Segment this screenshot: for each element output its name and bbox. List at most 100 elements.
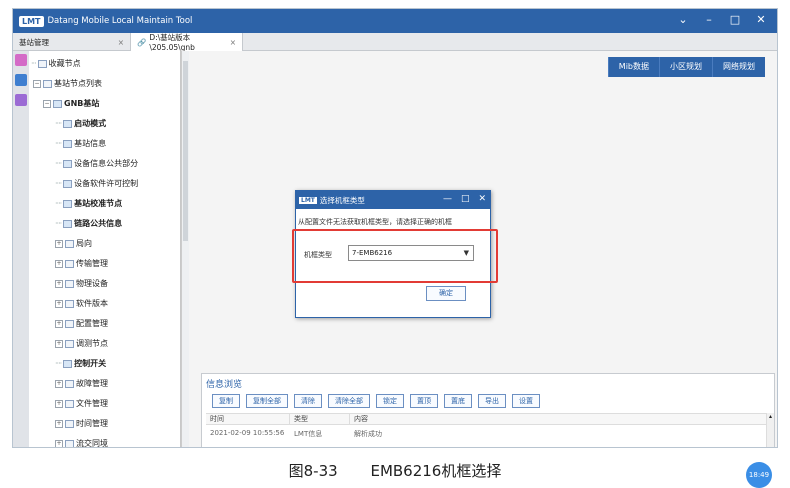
expand-toggle-icon[interactable]: + xyxy=(55,260,63,268)
tools-icon[interactable] xyxy=(15,94,27,106)
folder-icon xyxy=(65,420,74,428)
collapse-icon[interactable]: ⌄ xyxy=(677,13,689,26)
cell-type: LMT信息 xyxy=(294,430,323,438)
dialog-title: 选择机框类型 xyxy=(319,195,365,205)
tree-node[interactable]: + 流交同境 xyxy=(55,437,108,447)
dialog-close-icon[interactable]: ✕ xyxy=(478,194,486,204)
settings-button[interactable]: 设置 xyxy=(512,394,540,408)
screen: LMT Datang Mobile Local Maintain Tool ⌄ … xyxy=(0,0,790,488)
folder-icon xyxy=(37,60,47,68)
tree-node[interactable]: − GNB基站 xyxy=(43,97,99,111)
tree-node[interactable]: ···· 基站信息 xyxy=(55,137,106,151)
navigation-tree: ··· 收藏节点 − 基站节点列表 − GNB基站 ···· 启动模式 ···· 基站信息… xyxy=(29,51,181,447)
expand-toggle-icon[interactable]: + xyxy=(55,240,63,248)
tree-node[interactable]: + 文件管理 xyxy=(55,397,108,411)
tree-node[interactable]: ···· 链路公共信息 xyxy=(55,217,122,231)
clear-all-button[interactable]: 清除全部 xyxy=(328,394,370,408)
table-row[interactable]: 2021-02-09 10:55:56 LMT信息 解析成功 xyxy=(206,429,770,439)
column-header-time[interactable]: 时间 xyxy=(206,414,290,424)
folder-icon xyxy=(65,320,74,328)
title-bar: LMT Datang Mobile Local Maintain Tool ⌄ … xyxy=(13,9,777,33)
tree-node[interactable]: + 传输管理 xyxy=(55,257,108,271)
pin-top-button[interactable]: 置顶 xyxy=(410,394,438,408)
mib-data-button[interactable]: Mib数据 xyxy=(607,57,659,77)
tree-node[interactable]: + 物理设备 xyxy=(55,277,108,291)
table-header: 时间 类型 内容 xyxy=(206,413,770,425)
minimize-icon[interactable]: – xyxy=(703,13,715,26)
side-dock xyxy=(13,51,29,447)
tab-bar: 基站管理 × 🔗 D:\基站版本\205.05\gnb_ × xyxy=(13,33,777,52)
collapse-toggle-icon[interactable]: − xyxy=(33,80,41,88)
node-icon xyxy=(63,120,73,128)
node-icon xyxy=(63,200,73,208)
tree-node[interactable]: + 局向 xyxy=(55,237,92,251)
folder-icon xyxy=(65,280,74,288)
dialog-maximize-icon[interactable]: □ xyxy=(461,194,470,204)
favorites-icon[interactable] xyxy=(15,54,27,66)
tree-scrollbar[interactable] xyxy=(181,51,189,447)
tree-node[interactable]: ···· 设备信息公共部分 xyxy=(55,157,138,171)
tree-node[interactable]: ···· 设备软件许可控制 xyxy=(55,177,138,191)
info-scrollbar[interactable]: ▴ xyxy=(766,413,774,447)
link-icon: 🔗 xyxy=(137,37,147,47)
network-planning-button[interactable]: 网络规划 xyxy=(712,57,765,77)
folder-icon xyxy=(65,240,74,248)
lock-button[interactable]: 锁定 xyxy=(376,394,404,408)
folder-icon xyxy=(65,380,74,388)
tree-node[interactable]: ··· 收藏节点 xyxy=(31,57,81,71)
tree-node[interactable]: + 调测节点 xyxy=(55,337,108,351)
expand-toggle-icon[interactable]: + xyxy=(55,400,63,408)
maximize-icon[interactable]: □ xyxy=(729,13,741,26)
expand-toggle-icon[interactable]: + xyxy=(55,420,63,428)
collapse-toggle-icon[interactable]: − xyxy=(43,100,51,108)
close-icon[interactable]: ✕ xyxy=(755,13,767,26)
export-button[interactable]: 导出 xyxy=(478,394,506,408)
tab-close-icon[interactable]: × xyxy=(230,38,236,47)
dialog-title-bar: LMT 选择机框类型 — □ ✕ xyxy=(296,191,490,209)
node-icon xyxy=(53,100,62,108)
expand-toggle-icon[interactable]: + xyxy=(55,300,63,308)
search-icon[interactable] xyxy=(15,74,27,86)
folder-icon xyxy=(43,80,52,88)
dialog-minimize-icon[interactable]: — xyxy=(443,194,452,204)
tab-close-icon[interactable]: × xyxy=(118,38,124,47)
info-browser-panel: 信息浏览 复制 复制全部 清除 清除全部 锁定 置顶 置底 导出 设置 时间 类… xyxy=(201,373,775,447)
dialog-logo: LMT xyxy=(299,196,317,204)
folder-icon xyxy=(65,260,74,268)
tree-node[interactable]: + 故障管理 xyxy=(55,377,108,391)
clear-button[interactable]: 清除 xyxy=(294,394,322,408)
copy-button[interactable]: 复制 xyxy=(212,394,240,408)
figure-text: EMB6216机框选择 xyxy=(370,462,502,480)
expand-toggle-icon[interactable]: + xyxy=(55,280,63,288)
expand-toggle-icon[interactable]: + xyxy=(55,320,63,328)
expand-toggle-icon[interactable]: + xyxy=(55,440,63,447)
scrollbar-thumb[interactable] xyxy=(183,61,188,241)
tab-station-management[interactable]: 基站管理 × xyxy=(13,33,131,51)
node-icon xyxy=(63,220,73,228)
clock-badge: 18:49 xyxy=(746,462,772,488)
folder-icon xyxy=(65,300,74,308)
figure-caption: 图8-33 EMB6216机框选择 xyxy=(0,460,790,481)
copy-all-button[interactable]: 复制全部 xyxy=(246,394,288,408)
tree-node[interactable]: + 配置管理 xyxy=(55,317,108,331)
tree-node[interactable]: − 基站节点列表 xyxy=(33,77,102,91)
column-header-type[interactable]: 类型 xyxy=(290,414,350,424)
folder-icon xyxy=(65,440,74,447)
tree-node[interactable]: ···· 启动模式 xyxy=(55,117,106,131)
app-logo: LMT xyxy=(19,15,44,27)
tab-config-file[interactable]: 🔗 D:\基站版本\205.05\gnb_ × xyxy=(131,33,243,52)
tab-label: 基站管理 xyxy=(19,37,49,47)
module-tabs: Mib数据 小区规划 网络规划 xyxy=(607,57,765,77)
info-panel-title: 信息浏览 xyxy=(206,380,243,390)
expand-toggle-icon[interactable]: + xyxy=(55,380,63,388)
cell-planning-button[interactable]: 小区规划 xyxy=(659,57,712,77)
tree-node[interactable]: ···· 基站校准节点 xyxy=(55,197,122,211)
tree-node[interactable]: + 时间管理 xyxy=(55,417,108,431)
node-icon xyxy=(63,140,73,148)
tree-node[interactable]: ···· 控制开关 xyxy=(55,357,106,371)
ok-button[interactable]: 确定 xyxy=(426,286,466,301)
pin-bottom-button[interactable]: 置底 xyxy=(444,394,472,408)
column-header-content[interactable]: 内容 xyxy=(350,414,770,424)
expand-toggle-icon[interactable]: + xyxy=(55,340,63,348)
tree-node[interactable]: + 软件版本 xyxy=(55,297,108,311)
